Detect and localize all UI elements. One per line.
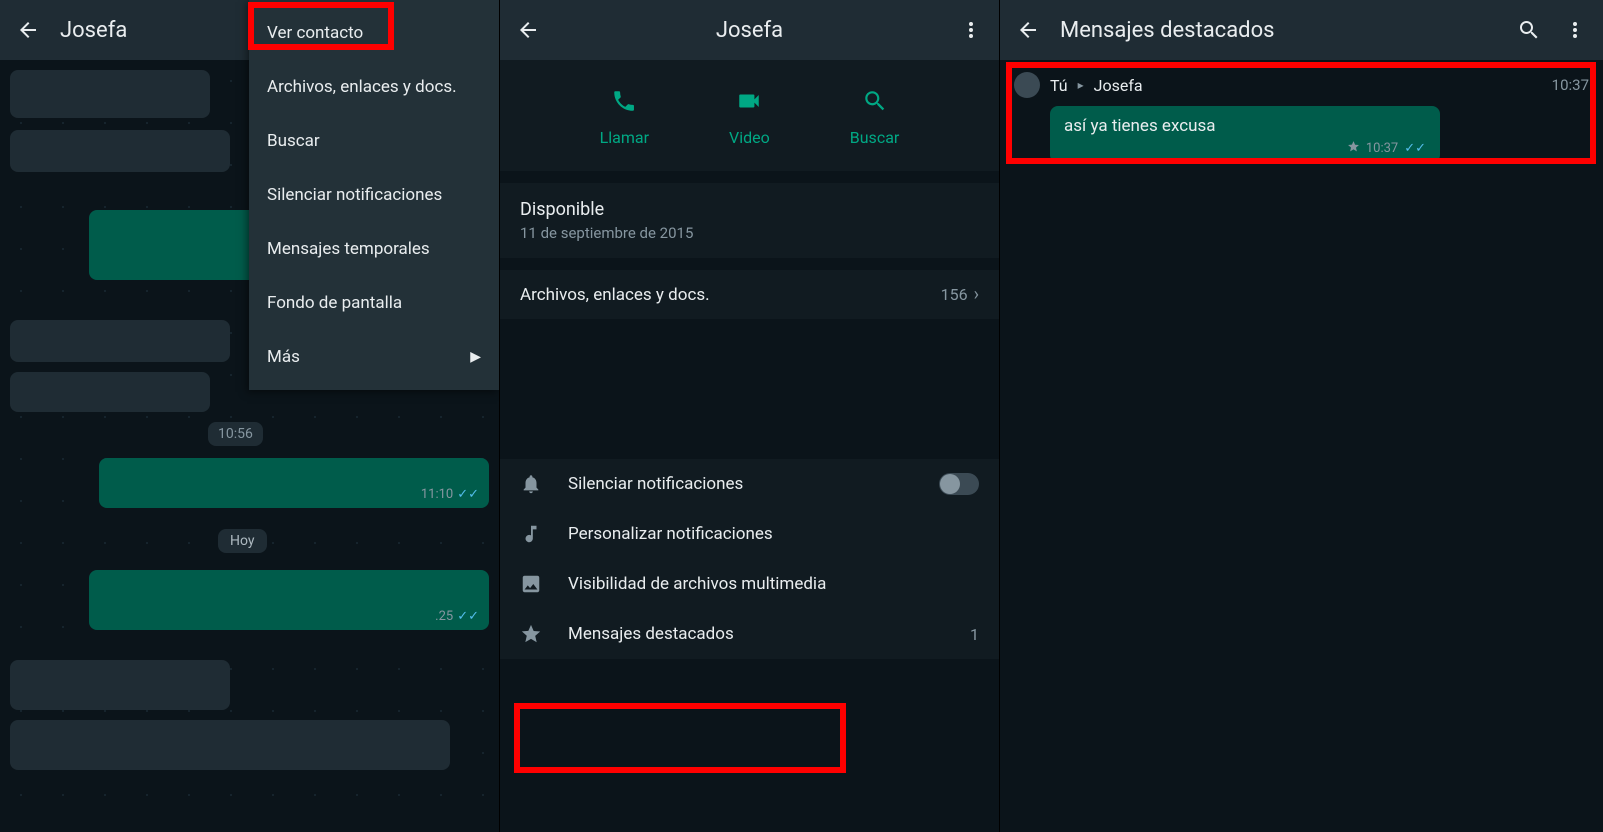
search-button[interactable]: Buscar [850, 88, 900, 147]
starred-title: Mensajes destacados [1060, 18, 1497, 43]
incoming-bubble[interactable] [10, 130, 230, 172]
call-button[interactable]: Llamar [600, 88, 649, 147]
chevron-right-icon: ▶ [470, 349, 481, 365]
contact-topbar: Josefa [500, 0, 999, 60]
day-chip: Hoy [218, 530, 267, 549]
read-checks-icon: ✓✓ [457, 487, 479, 502]
menu-media[interactable]: Archivos, enlaces y docs. [249, 60, 499, 114]
custom-label: Personalizar notificaciones [568, 524, 773, 544]
star-icon [1347, 140, 1360, 157]
menu-mute[interactable]: Silenciar notificaciones [249, 168, 499, 222]
starred-header-time: 10:37 [1552, 76, 1589, 94]
starred-count: 1 [970, 625, 979, 644]
settings-block: Silenciar notificaciones Personalizar no… [500, 459, 999, 659]
call-label: Llamar [600, 128, 649, 147]
media-count: 156 [941, 285, 968, 304]
menu-disappearing[interactable]: Mensajes temporales [249, 222, 499, 276]
video-button[interactable]: Video [729, 88, 770, 147]
incoming-bubble[interactable] [10, 720, 450, 770]
arrow-right-icon: ▸ [1078, 78, 1084, 92]
starred-messages-row[interactable]: Mensajes destacados 1 [500, 609, 999, 659]
starred-header: Tú ▸ Josefa 10:37 [1014, 72, 1589, 98]
chat-options-menu: Ver contacto Archivos, enlaces y docs. B… [249, 0, 499, 390]
menu-search[interactable]: Buscar [249, 114, 499, 168]
mute-label: Silenciar notificaciones [568, 474, 743, 494]
back-button[interactable] [1014, 16, 1042, 44]
starred-from: Tú [1050, 76, 1068, 95]
incoming-bubble[interactable] [10, 372, 210, 412]
starred-topbar: Mensajes destacados [1000, 0, 1603, 60]
panel-contact-info: Josefa Llamar Video Buscar Disponible 11… [500, 0, 1000, 832]
contact-actions: Llamar Video Buscar [500, 60, 999, 171]
custom-notifications-row[interactable]: Personalizar notificaciones [500, 509, 999, 559]
back-button[interactable] [514, 16, 542, 44]
bell-icon [520, 473, 542, 495]
starred-text: así ya tienes excusa [1064, 116, 1426, 136]
panel-chat: Josefa 10:56 11:10 ✓✓ Hoy .25 ✓✓ [0, 0, 500, 832]
avatar [1014, 72, 1040, 98]
starred-to: Josefa [1094, 76, 1143, 95]
more-button[interactable] [1561, 16, 1589, 44]
timestamp-chip: 10:56 [208, 423, 263, 442]
back-button[interactable] [14, 16, 42, 44]
starred-list: Tú ▸ Josefa 10:37 así ya tienes excusa 1… [1000, 60, 1603, 832]
image-icon [520, 573, 542, 595]
status-date: 11 de septiembre de 2015 [520, 224, 979, 242]
incoming-bubble[interactable] [10, 70, 210, 118]
status-section[interactable]: Disponible 11 de septiembre de 2015 [500, 183, 999, 258]
bubble-time: .25 [435, 609, 453, 624]
contact-content: Llamar Video Buscar Disponible 11 de sep… [500, 60, 999, 832]
starred-bubble[interactable]: así ya tienes excusa 10:37 ✓✓ [1050, 106, 1440, 163]
music-note-icon [520, 523, 542, 545]
mute-toggle[interactable] [939, 473, 979, 495]
menu-view-contact[interactable]: Ver contacto [249, 6, 499, 60]
search-button[interactable] [1515, 16, 1543, 44]
video-label: Video [729, 128, 770, 147]
media-row[interactable]: Archivos, enlaces y docs. 156 › [500, 270, 999, 319]
outgoing-bubble[interactable]: .25 ✓✓ [89, 570, 489, 630]
starred-message-item[interactable]: Tú ▸ Josefa 10:37 así ya tienes excusa 1… [1000, 60, 1603, 175]
menu-wallpaper[interactable]: Fondo de pantalla [249, 276, 499, 330]
panel-starred: Mensajes destacados Tú ▸ Josefa 10:37 as… [1000, 0, 1603, 832]
menu-more[interactable]: Más▶ [249, 330, 499, 384]
read-checks-icon: ✓✓ [1404, 141, 1426, 156]
incoming-bubble[interactable] [10, 660, 230, 710]
more-button[interactable] [957, 16, 985, 44]
bubble-time: 11:10 [421, 487, 453, 502]
media-label: Archivos, enlaces y docs. [520, 285, 710, 305]
visibility-label: Visibilidad de archivos multimedia [568, 574, 826, 594]
media-visibility-row[interactable]: Visibilidad de archivos multimedia [500, 559, 999, 609]
chevron-right-icon: › [974, 284, 979, 305]
status-title: Disponible [520, 199, 979, 220]
star-icon [520, 623, 542, 645]
read-checks-icon: ✓✓ [457, 609, 479, 624]
contact-title: Josefa [560, 18, 939, 43]
incoming-bubble[interactable] [10, 320, 230, 362]
bubble-time: 10:37 [1366, 141, 1398, 156]
outgoing-bubble[interactable]: 11:10 ✓✓ [99, 458, 489, 508]
search-label: Buscar [850, 128, 900, 147]
starred-label: Mensajes destacados [568, 624, 734, 644]
mute-row[interactable]: Silenciar notificaciones [500, 459, 999, 509]
